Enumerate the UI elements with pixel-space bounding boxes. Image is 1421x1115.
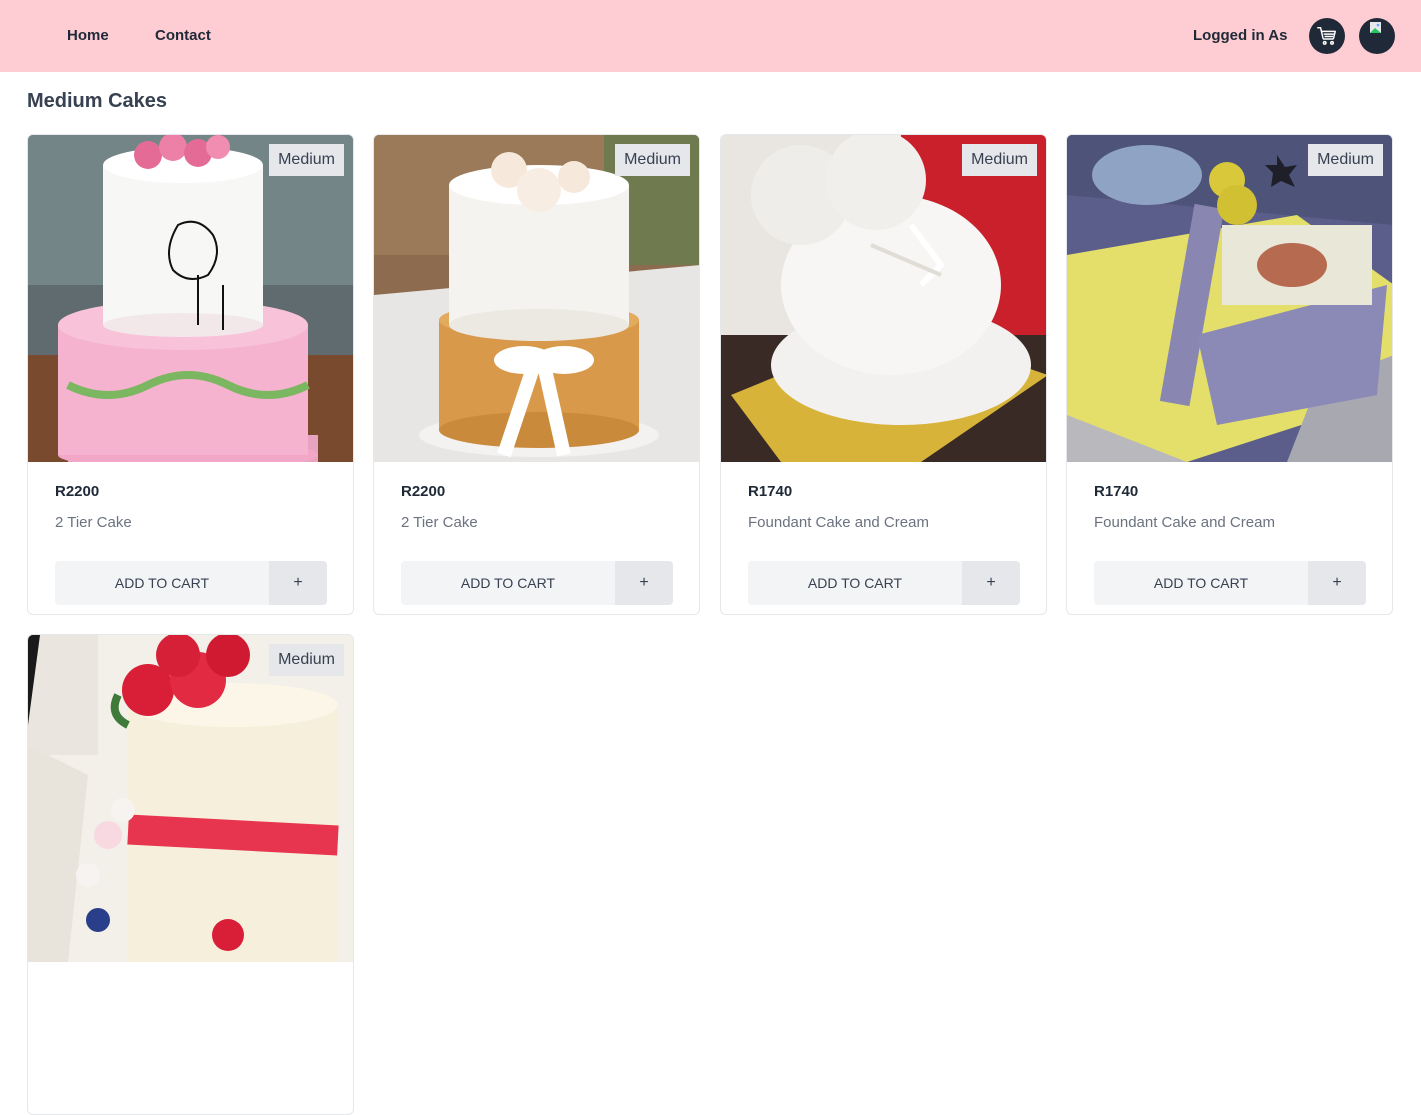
product-name: 2 Tier Cake xyxy=(401,514,478,531)
product-card: Medium R2200 2 Tier Cake ADD TO CART + xyxy=(373,134,700,615)
nav-home-link[interactable]: Home xyxy=(67,27,109,44)
user-avatar[interactable] xyxy=(1359,18,1395,54)
product-image[interactable] xyxy=(374,135,699,462)
product-price: R1740 xyxy=(1094,483,1139,500)
product-card: Medium R1740 Foundant Cake and Cream ADD… xyxy=(1066,134,1393,615)
increase-quantity-button[interactable]: + xyxy=(269,561,327,605)
add-to-cart-button[interactable]: ADD TO CART xyxy=(1094,561,1308,605)
product-card: Medium xyxy=(27,634,354,1115)
size-badge: Medium xyxy=(615,144,690,176)
product-name: 2 Tier Cake xyxy=(55,514,132,531)
navbar: Home Contact Logged in As xyxy=(0,0,1421,72)
add-to-cart-button[interactable]: ADD TO CART xyxy=(748,561,962,605)
product-name: Foundant Cake and Cream xyxy=(1094,514,1275,531)
add-to-cart-button[interactable]: ADD TO CART xyxy=(55,561,269,605)
logged-in-label: Logged in As xyxy=(1193,27,1288,44)
product-price: R2200 xyxy=(55,483,100,500)
size-badge: Medium xyxy=(1308,144,1383,176)
product-image[interactable] xyxy=(1067,135,1392,462)
nav-contact-link[interactable]: Contact xyxy=(155,27,211,44)
increase-quantity-button[interactable]: + xyxy=(962,561,1020,605)
product-card: Medium R1740 Foundant Cake and Cream ADD… xyxy=(720,134,1047,615)
shopping-cart-icon xyxy=(1317,27,1336,45)
increase-quantity-button[interactable]: + xyxy=(1308,561,1366,605)
size-badge: Medium xyxy=(962,144,1037,176)
product-name: Foundant Cake and Cream xyxy=(748,514,929,531)
size-badge: Medium xyxy=(269,144,344,176)
product-card: Medium R2200 2 Tier Cake ADD TO CART + xyxy=(27,134,354,615)
product-price: R1740 xyxy=(748,483,793,500)
product-image[interactable] xyxy=(28,635,353,962)
product-price: R2200 xyxy=(401,483,446,500)
page-title: Medium Cakes xyxy=(27,90,168,112)
increase-quantity-button[interactable]: + xyxy=(615,561,673,605)
size-badge: Medium xyxy=(269,644,344,676)
cart-button[interactable] xyxy=(1309,18,1345,54)
broken-image-icon xyxy=(1370,22,1381,33)
product-image[interactable] xyxy=(28,135,353,462)
product-image[interactable] xyxy=(721,135,1046,462)
add-to-cart-button[interactable]: ADD TO CART xyxy=(401,561,615,605)
